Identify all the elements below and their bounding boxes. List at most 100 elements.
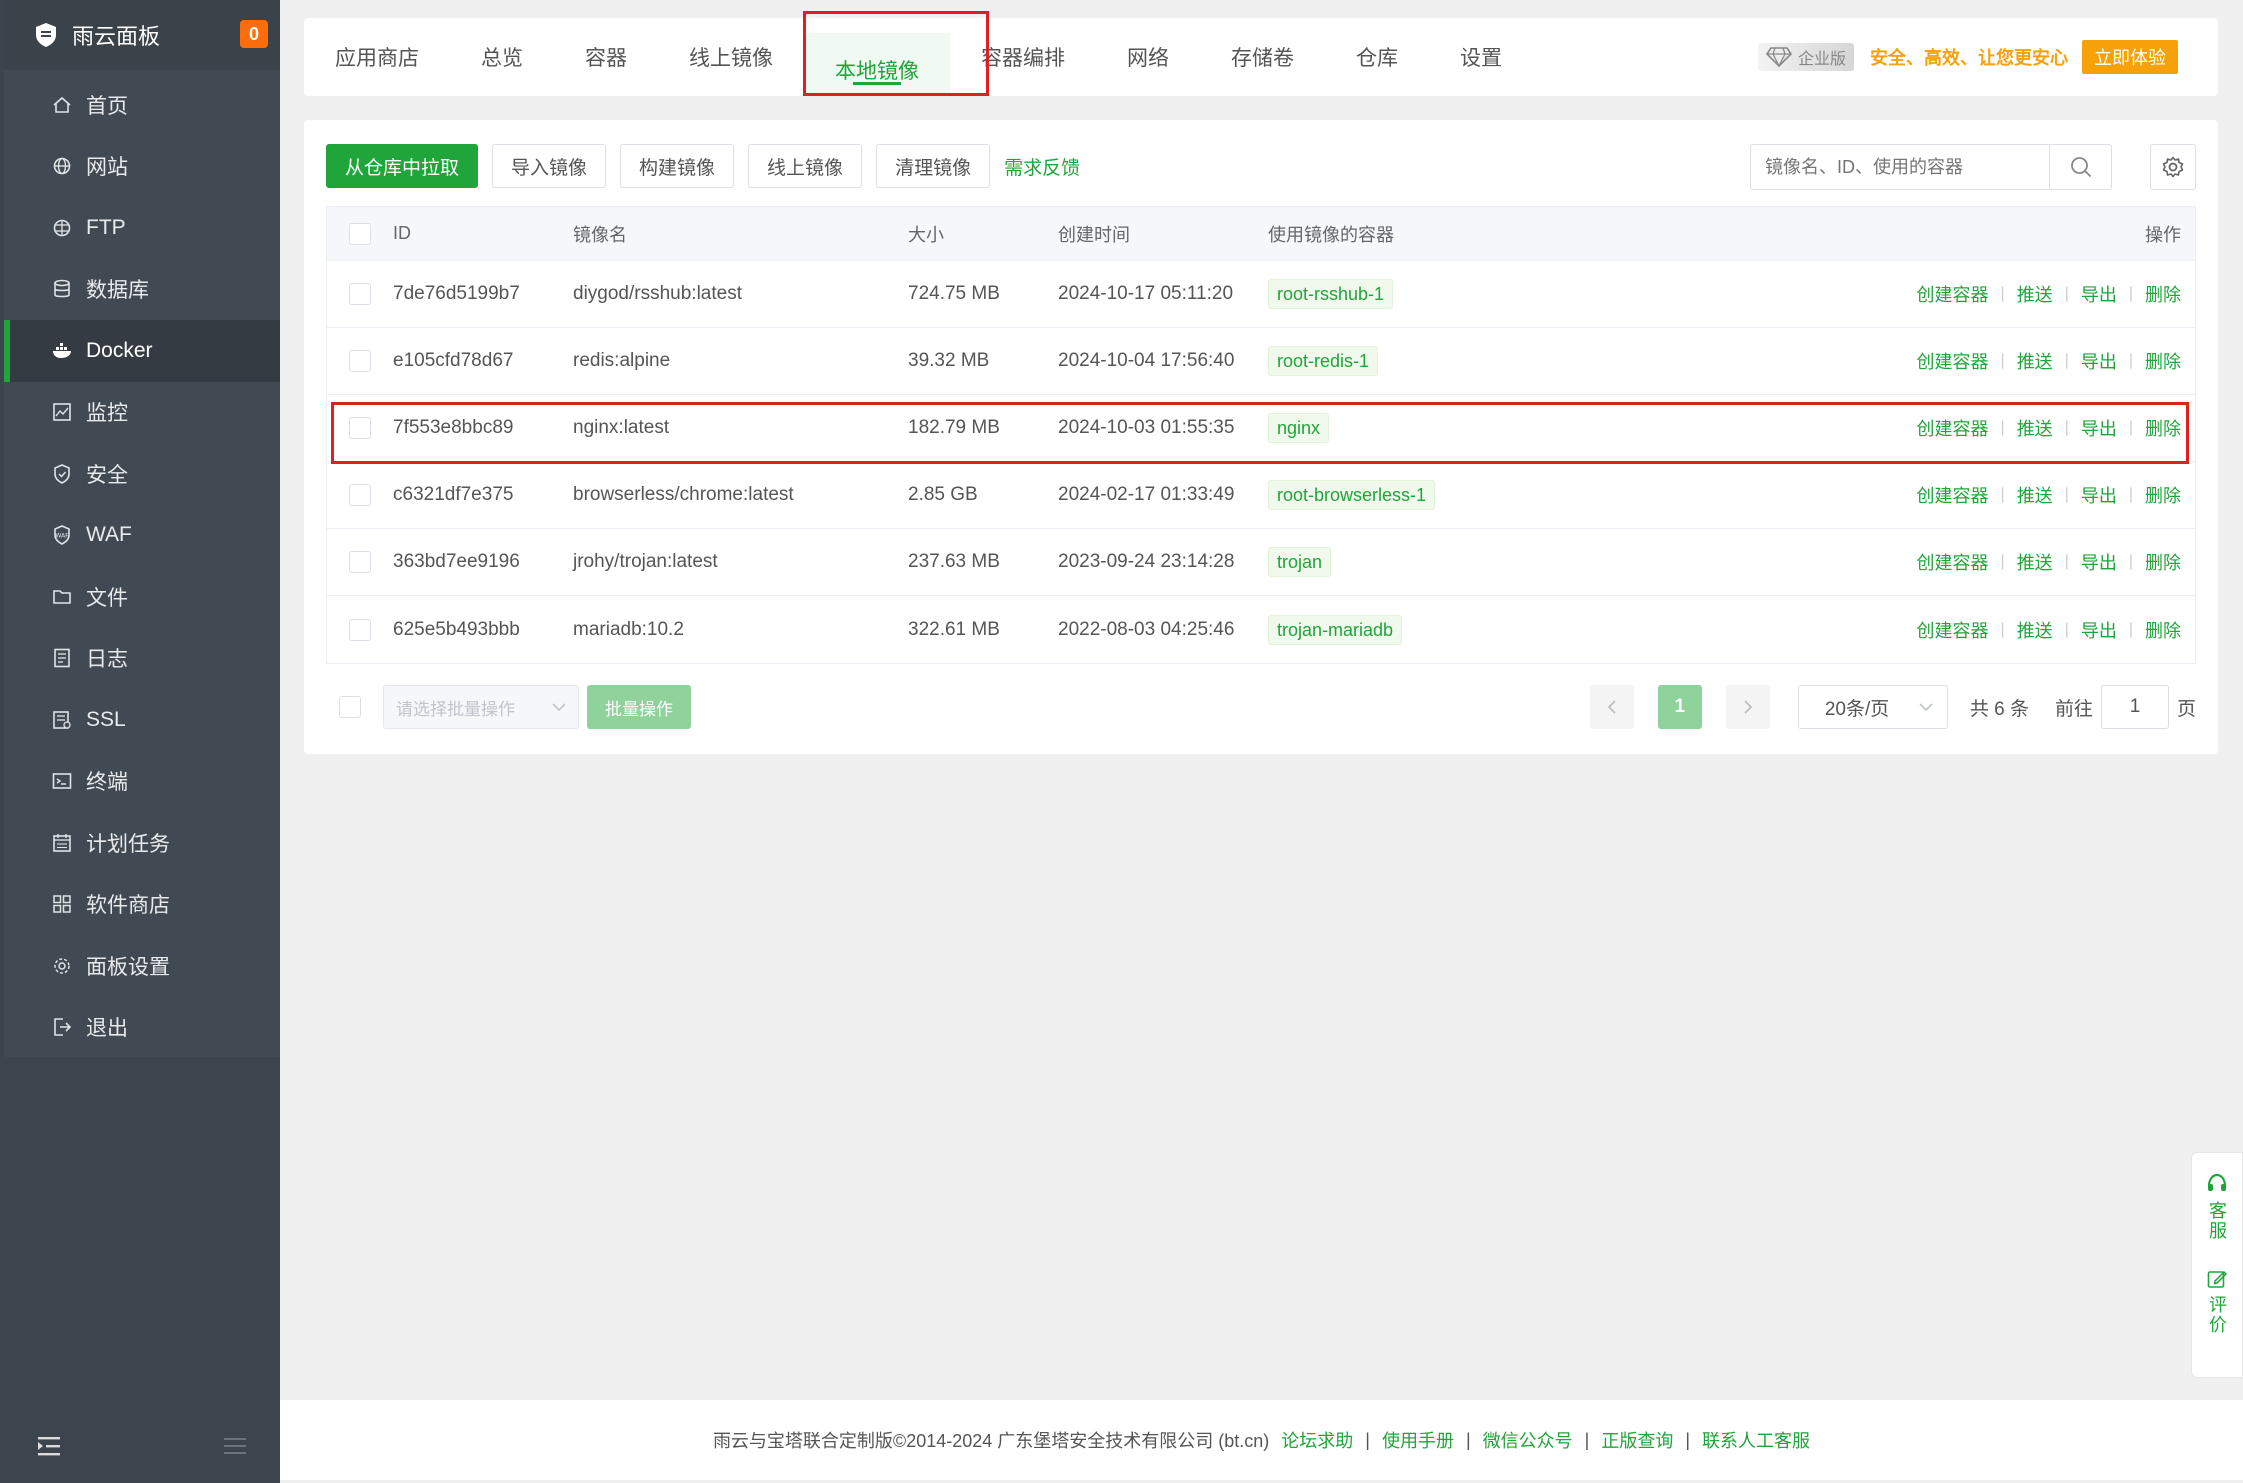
- tab-6[interactable]: 网络: [1096, 18, 1200, 96]
- row-checkbox[interactable]: [349, 618, 371, 641]
- sidebar-item-waf[interactable]: WAF WAF: [4, 505, 280, 567]
- image-name: mariadb:10.2: [573, 618, 684, 640]
- tab-3[interactable]: 线上镜像: [658, 18, 804, 96]
- clean-image-button[interactable]: 清理镜像: [876, 144, 991, 188]
- pull-from-registry-button[interactable]: 从仓库中拉取: [326, 144, 479, 188]
- export-link[interactable]: 导出: [2081, 617, 2117, 643]
- sidebar-item-monitor[interactable]: 监控: [4, 382, 280, 444]
- push-link[interactable]: 推送: [2017, 348, 2053, 374]
- image-size: 322.61 MB: [908, 618, 1000, 640]
- delete-link[interactable]: 删除: [2145, 348, 2181, 374]
- tab-9[interactable]: 设置: [1429, 18, 1533, 96]
- sidebar-item-ftp[interactable]: FTP: [4, 197, 280, 259]
- sidebar-item-terminal[interactable]: 终端: [4, 751, 280, 813]
- search-input[interactable]: [1751, 145, 2049, 189]
- export-link[interactable]: 导出: [2081, 482, 2117, 508]
- sidebar-item-docker[interactable]: Docker: [4, 320, 280, 382]
- sidebar-item-label: WAF: [86, 523, 132, 547]
- try-now-button[interactable]: 立即体验: [2082, 40, 2178, 74]
- customer-service-button[interactable]: 客服: [2204, 1173, 2230, 1241]
- ftp-icon: [48, 214, 76, 242]
- sidebar-item-calendar[interactable]: 计划任务: [4, 812, 280, 874]
- push-link[interactable]: 推送: [2017, 617, 2053, 643]
- apps-icon: [48, 890, 76, 918]
- tab-8[interactable]: 仓库: [1325, 18, 1429, 96]
- review-button[interactable]: 评价: [2204, 1269, 2230, 1335]
- chevron-down-icon: [1919, 702, 1933, 712]
- export-link[interactable]: 导出: [2081, 281, 2117, 307]
- sidebar-item-home[interactable]: 首页: [4, 74, 280, 136]
- push-link[interactable]: 推送: [2017, 281, 2053, 307]
- settings-button[interactable]: [2150, 144, 2196, 190]
- op-separator: |: [2128, 553, 2133, 570]
- list-menu-icon[interactable]: [224, 1437, 246, 1460]
- row-checkbox[interactable]: [349, 350, 371, 372]
- create-container-link[interactable]: 创建容器: [1917, 348, 1989, 374]
- container-tag[interactable]: root-rsshub-1: [1268, 279, 1394, 309]
- next-page-button[interactable]: [1725, 685, 1770, 729]
- container-tag[interactable]: trojan-mariadb: [1268, 614, 1403, 645]
- image-name: jrohy/trojan:latest: [573, 551, 718, 572]
- create-container-link[interactable]: 创建容器: [1917, 549, 1989, 575]
- batch-operation-button[interactable]: 批量操作: [587, 685, 691, 729]
- op-separator: |: [2128, 285, 2133, 302]
- sidebar-item-database[interactable]: 数据库: [4, 259, 280, 321]
- sidebar-item-shield[interactable]: 安全: [4, 443, 280, 505]
- container-tag[interactable]: root-browserless-1: [1268, 480, 1436, 510]
- brand[interactable]: 雨云面板 0: [4, 0, 280, 70]
- delete-link[interactable]: 删除: [2145, 281, 2181, 307]
- row-checkbox[interactable]: [349, 283, 371, 305]
- page-number[interactable]: 1: [1657, 685, 1702, 729]
- create-container-link[interactable]: 创建容器: [1917, 617, 1989, 643]
- export-link[interactable]: 导出: [2081, 549, 2117, 575]
- footer-link[interactable]: 正版查询: [1601, 1427, 1673, 1453]
- op-separator: |: [2128, 620, 2133, 638]
- push-link[interactable]: 推送: [2017, 482, 2053, 508]
- sidebar-item-globe[interactable]: 网站: [4, 136, 280, 198]
- page-size-select[interactable]: 20条/页: [1797, 685, 1948, 729]
- tab-1[interactable]: 总览: [450, 18, 554, 96]
- tab-7[interactable]: 存储卷: [1200, 18, 1325, 96]
- feedback-link[interactable]: 需求反馈: [1004, 153, 1080, 180]
- waf-icon: WAF: [48, 521, 76, 549]
- tab-2[interactable]: 容器: [554, 18, 658, 96]
- build-image-button[interactable]: 构建镜像: [620, 144, 735, 188]
- batch-select-all-checkbox[interactable]: [339, 696, 361, 718]
- customer-service-label: 客服: [2207, 1201, 2227, 1241]
- batch-operation-select[interactable]: 请选择批量操作: [383, 685, 579, 729]
- prev-page-button[interactable]: [1589, 685, 1634, 729]
- table-row: e105cfd78d67 redis:alpine 39.32 MB 2024-10-…: [327, 328, 2195, 395]
- sidebar-item-log[interactable]: 日志: [4, 628, 280, 690]
- sidebar-item-ssl[interactable]: SSL: [4, 689, 280, 751]
- create-container-link[interactable]: 创建容器: [1917, 482, 1989, 508]
- collapse-menu-icon[interactable]: [38, 1436, 62, 1461]
- row-operations: 创建容器 | 推送 | 导出 | 删除: [1895, 348, 2195, 374]
- import-image-button[interactable]: 导入镜像: [492, 144, 607, 188]
- tab-0[interactable]: 应用商店: [304, 18, 450, 96]
- online-image-button[interactable]: 线上镜像: [748, 144, 863, 188]
- delete-link[interactable]: 删除: [2145, 549, 2181, 575]
- sidebar-item-logout[interactable]: 退出: [4, 997, 280, 1059]
- select-all-checkbox[interactable]: [349, 222, 371, 245]
- sidebar-item-folder[interactable]: 文件: [4, 566, 280, 628]
- row-checkbox[interactable]: [349, 551, 371, 573]
- create-container-link[interactable]: 创建容器: [1917, 281, 1989, 307]
- notification-badge[interactable]: 0: [240, 20, 268, 48]
- push-link[interactable]: 推送: [2017, 549, 2053, 575]
- footer-separator: |: [1685, 1429, 1691, 1450]
- sidebar-item-label: 安全: [86, 463, 128, 487]
- search-button[interactable]: [2049, 145, 2111, 189]
- footer-link[interactable]: 联系人工客服: [1702, 1427, 1810, 1453]
- footer-link[interactable]: 微信公众号: [1483, 1427, 1573, 1453]
- container-tag[interactable]: trojan: [1268, 547, 1332, 577]
- delete-link[interactable]: 删除: [2145, 617, 2181, 643]
- footer-link[interactable]: 论坛求助: [1281, 1427, 1353, 1453]
- export-link[interactable]: 导出: [2081, 348, 2117, 374]
- container-tag[interactable]: root-redis-1: [1268, 346, 1379, 376]
- goto-page-input[interactable]: 1: [2100, 685, 2169, 729]
- row-checkbox[interactable]: [349, 484, 371, 506]
- delete-link[interactable]: 删除: [2145, 482, 2181, 508]
- sidebar-item-apps[interactable]: 软件商店: [4, 874, 280, 936]
- footer-link[interactable]: 使用手册: [1382, 1427, 1454, 1453]
- sidebar-item-gear[interactable]: 面板设置: [4, 935, 280, 997]
